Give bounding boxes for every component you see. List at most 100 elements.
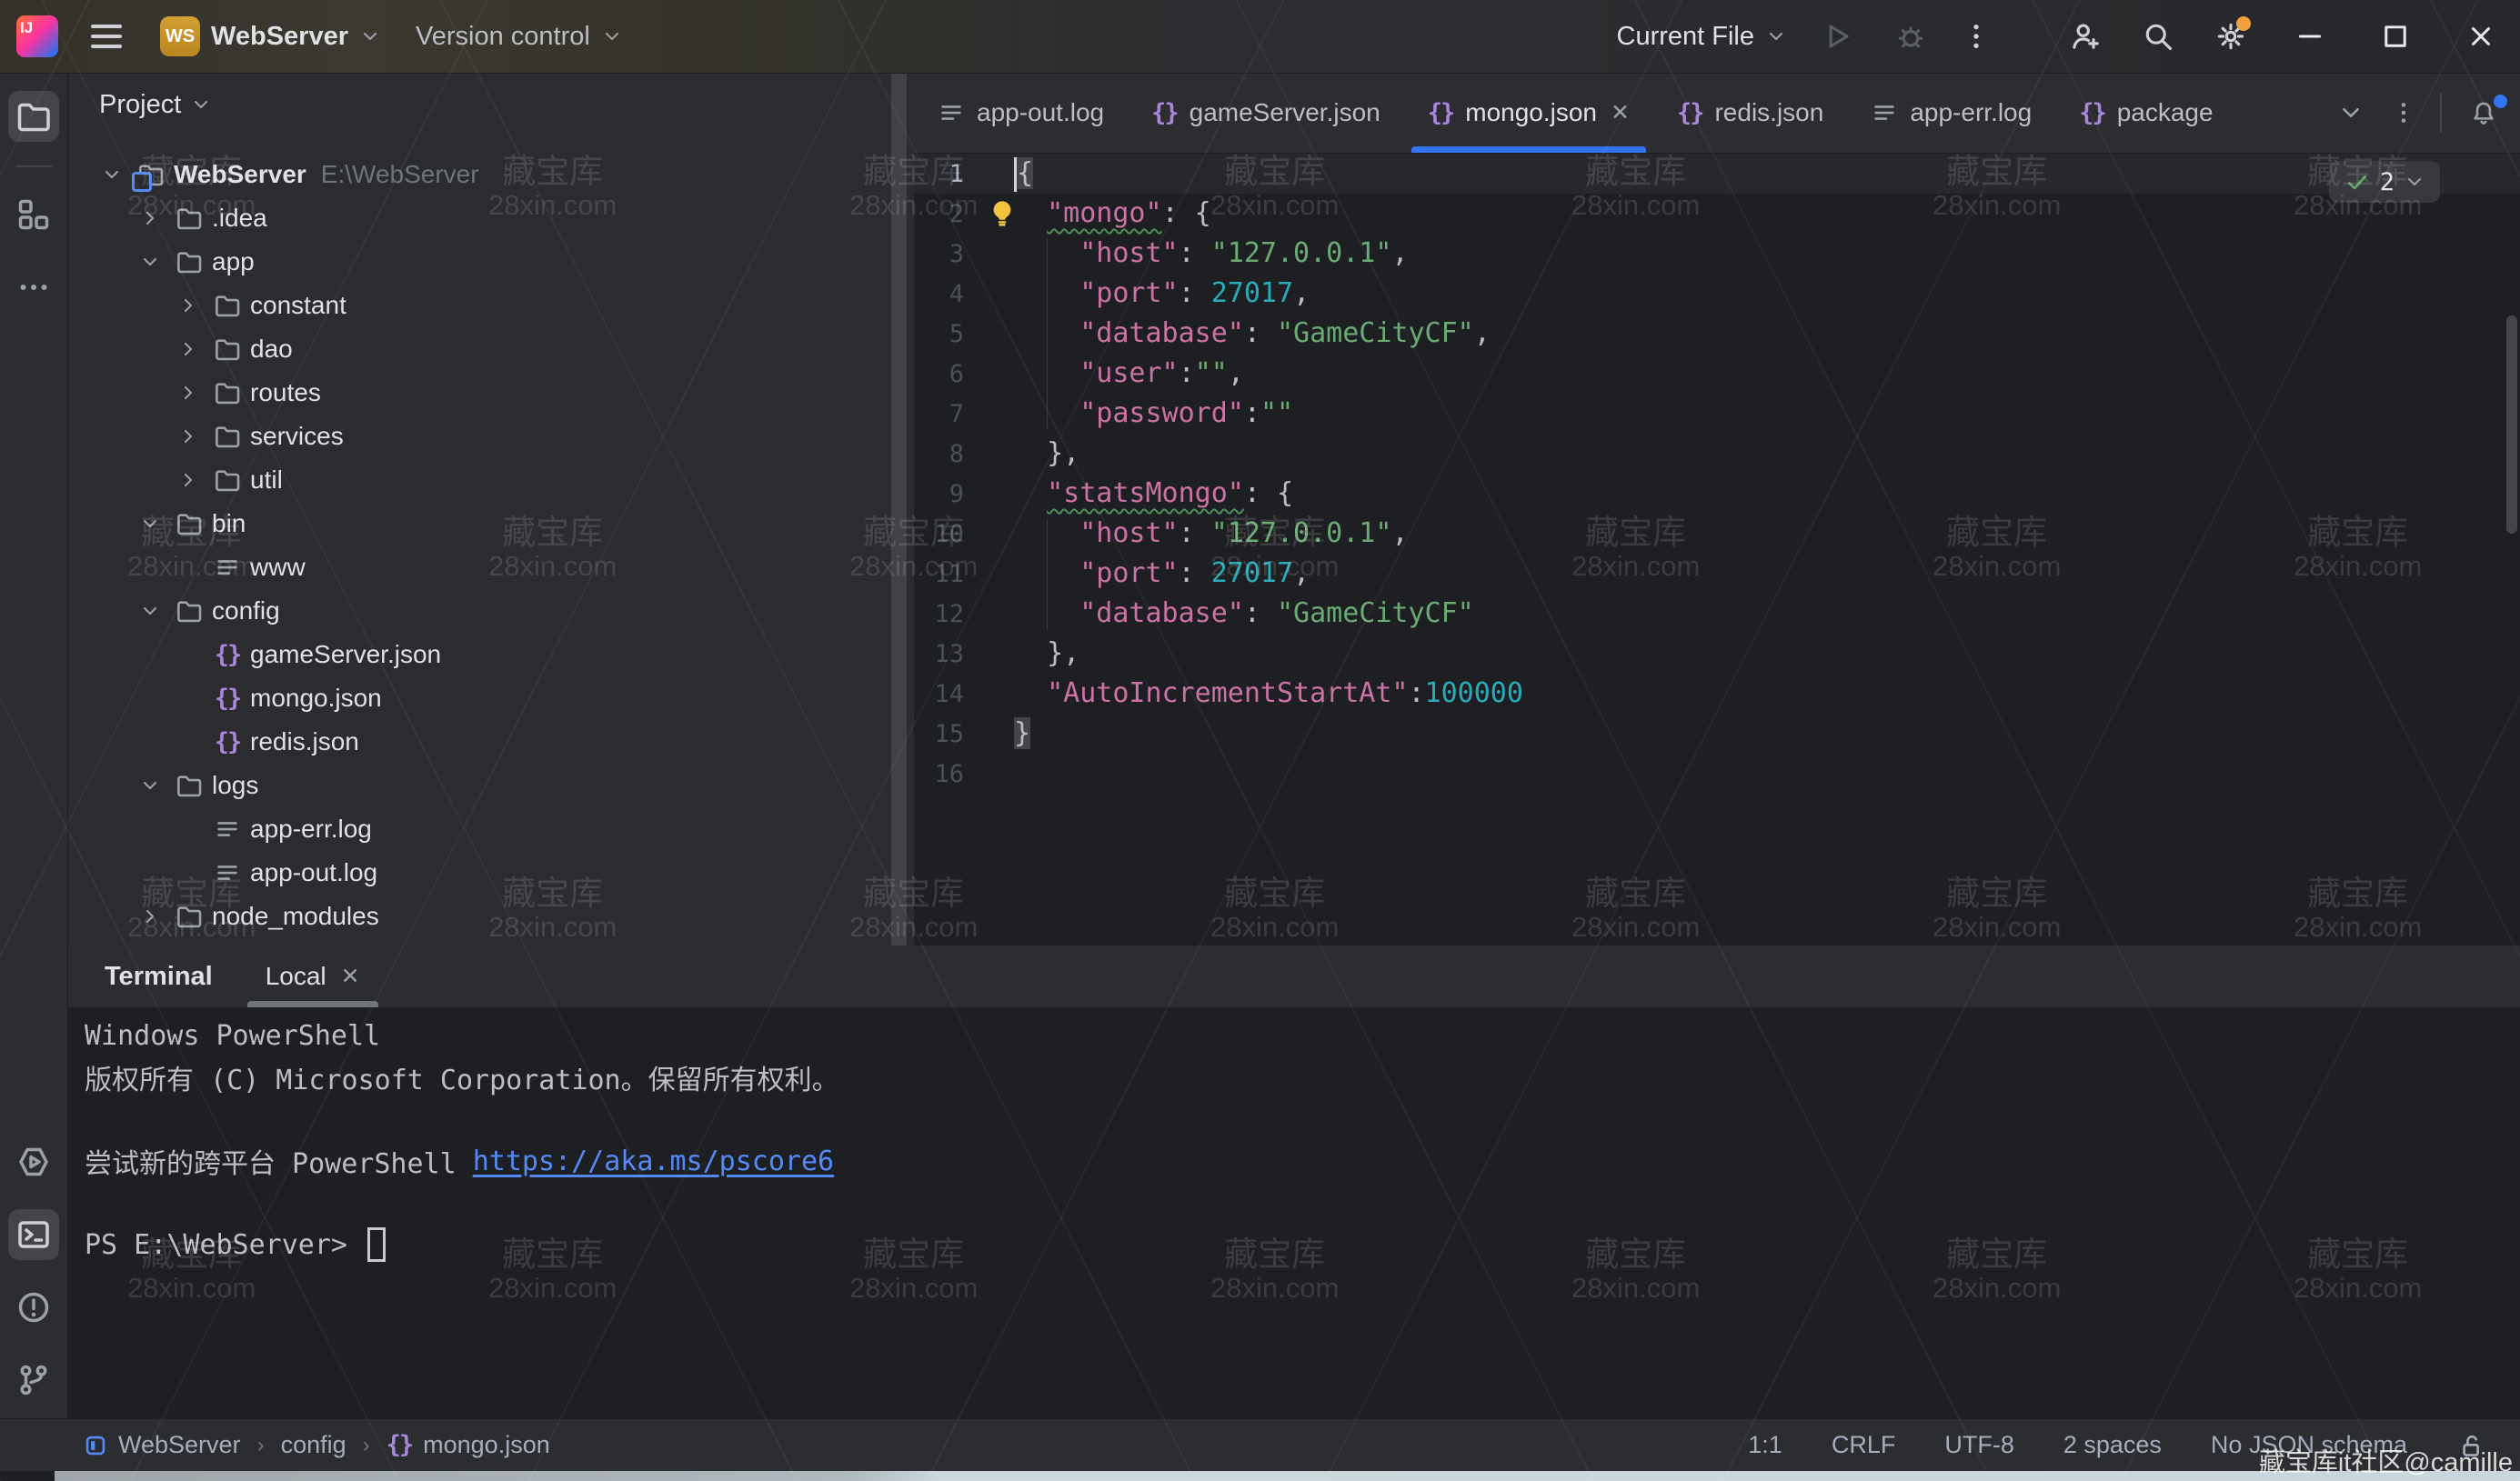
editor-line-11[interactable]: 11 "port": 27017, <box>914 554 2520 594</box>
code-editor[interactable]: 1{2 "mongo": {3 "host": "127.0.0.1",4 "p… <box>914 154 2520 946</box>
breadcrumb-webserver[interactable]: WebServer <box>84 1431 241 1459</box>
editor-line-9[interactable]: 9 "statsMongo": { <box>914 474 2520 514</box>
vcs-widget[interactable]: Version control <box>410 21 628 53</box>
writable-lock-icon[interactable] <box>2456 1432 2484 1459</box>
hidden-tabs-chevron-icon[interactable] <box>2327 89 2374 136</box>
version-control-tool-icon[interactable] <box>8 1355 59 1406</box>
status-widget-2-spaces[interactable]: 2 spaces <box>2063 1431 2162 1459</box>
editor-tab-app-out-log[interactable]: app-out.log <box>914 73 1128 153</box>
tree-item-app-out-log[interactable]: app-out.log <box>68 851 914 895</box>
more-actions-icon[interactable] <box>1951 7 2002 65</box>
window-maximize-button[interactable] <box>2356 0 2435 73</box>
main-menu-icon[interactable] <box>82 25 131 48</box>
editor-line-2[interactable]: 2 "mongo": { <box>914 194 2520 234</box>
project-tree-scrollbar[interactable] <box>891 73 907 946</box>
breadcrumb-mongo-json[interactable]: {}mongo.json <box>387 1431 550 1459</box>
problems-tool-icon[interactable] <box>8 1282 59 1333</box>
run-configuration-selector[interactable]: Current File <box>1611 21 1793 53</box>
editor-line-6[interactable]: 6 "user":"", <box>914 354 2520 394</box>
status-widget-utf-8[interactable]: UTF-8 <box>1944 1431 2014 1459</box>
editor-line-16[interactable]: 16 <box>914 754 2520 794</box>
log-file-icon <box>938 99 965 126</box>
tree-item-routes[interactable]: routes <box>68 371 914 415</box>
run-icon[interactable] <box>1805 7 1871 65</box>
settings-gear-icon[interactable] <box>2198 7 2264 65</box>
intention-bulb-icon[interactable] <box>987 198 1018 229</box>
breadcrumb-config[interactable]: config <box>281 1431 346 1459</box>
tree-item-redis-json[interactable]: {}redis.json <box>68 720 914 764</box>
status-widget-1-1[interactable]: 1:1 <box>1748 1431 1782 1459</box>
line-number: 5 <box>914 320 991 348</box>
status-widget-no-json-schema[interactable]: No JSON schema <box>2211 1431 2407 1459</box>
line-number: 8 <box>914 440 991 468</box>
chevron-right-icon <box>132 906 168 927</box>
terminal-output[interactable]: Windows PowerShell版权所有 (C) Microsoft Cor… <box>68 1007 2520 1266</box>
tree-item-logs[interactable]: logs <box>68 764 914 807</box>
editor-tab-redis-json[interactable]: {}redis.json <box>1653 73 1847 153</box>
editor-scrollbar-thumb[interactable] <box>2506 315 2517 534</box>
tree-item-mongo-json[interactable]: {}mongo.json <box>68 676 914 720</box>
editor-tab-mongo-json[interactable]: {}mongo.json✕ <box>1404 73 1653 153</box>
tree-item-webserver[interactable]: WebServerE:\WebServer <box>68 153 914 196</box>
editor-line-7[interactable]: 7 "password":"" <box>914 394 2520 434</box>
editor-line-1[interactable]: 1{ <box>914 154 2520 194</box>
editor-line-15[interactable]: 15} <box>914 714 2520 754</box>
tree-item-services[interactable]: services <box>68 415 914 458</box>
editor-line-13[interactable]: 13 }, <box>914 634 2520 674</box>
tree-item-util[interactable]: util <box>68 458 914 502</box>
editor-line-5[interactable]: 5 "database": "GameCityCF", <box>914 314 2520 354</box>
close-icon[interactable]: ✕ <box>1611 99 1630 126</box>
services-tool-icon[interactable] <box>8 1136 59 1187</box>
code-text: "AutoIncrementStartAt":100000 <box>991 674 1523 714</box>
terminal-tab-local[interactable]: Local ✕ <box>244 946 382 1007</box>
debug-icon[interactable] <box>1878 7 1943 65</box>
tab-options-kebab-icon[interactable] <box>2380 89 2427 136</box>
line-number: 10 <box>914 520 991 548</box>
tree-item-constant[interactable]: constant <box>68 284 914 327</box>
more-tool-windows-icon[interactable] <box>8 262 59 313</box>
tree-item-bin[interactable]: bin <box>68 502 914 545</box>
notifications-bell-icon[interactable] <box>2455 89 2513 136</box>
structure-tool-icon[interactable] <box>8 189 59 240</box>
tree-item-idea[interactable]: .idea <box>68 196 914 240</box>
editor-tab-app-err-log[interactable]: app-err.log <box>1847 73 2055 153</box>
tree-item-config[interactable]: config <box>68 589 914 633</box>
tree-item-app-err-log[interactable]: app-err.log <box>68 807 914 851</box>
terminal-tool-icon[interactable] <box>8 1209 59 1260</box>
editor-line-14[interactable]: 14 "AutoIncrementStartAt":100000 <box>914 674 2520 714</box>
project-tool-icon[interactable] <box>8 91 59 142</box>
close-icon[interactable]: ✕ <box>341 963 360 990</box>
search-everywhere-icon[interactable] <box>2125 7 2191 65</box>
folder-icon <box>168 248 210 275</box>
line-number: 14 <box>914 680 991 708</box>
tree-item-label: bin <box>212 509 246 538</box>
code-with-me-icon[interactable] <box>2053 7 2118 65</box>
inspections-widget[interactable]: 2 <box>2329 161 2440 203</box>
project-switcher[interactable]: WS WebServer <box>155 15 387 57</box>
terminal-link[interactable]: https://aka.ms/pscore6 <box>473 1146 834 1177</box>
breadcrumb-label: WebServer <box>118 1431 241 1459</box>
tree-item-app[interactable]: app <box>68 240 914 284</box>
status-widget-crlf[interactable]: CRLF <box>1832 1431 1896 1459</box>
editor-tab-package[interactable]: {}package <box>2055 73 2236 153</box>
folder-icon <box>168 597 210 625</box>
json-file-icon: {} <box>1428 99 1454 127</box>
editor-line-10[interactable]: 10 "host": "127.0.0.1", <box>914 514 2520 554</box>
editor-tab-gameserver-json[interactable]: {}gameServer.json <box>1128 73 1404 153</box>
window-close-button[interactable] <box>2442 0 2520 73</box>
window-minimize-button[interactable] <box>2271 0 2349 73</box>
tree-item-dao[interactable]: dao <box>68 327 914 371</box>
tool-window-stripe <box>0 73 68 1418</box>
tree-item-label: WebServer <box>174 160 306 189</box>
chevron-down-icon <box>132 251 168 273</box>
tree-item-node-modules[interactable]: node_modules <box>68 895 914 938</box>
editor-line-3[interactable]: 3 "host": "127.0.0.1", <box>914 234 2520 274</box>
tree-item-gameserver-json[interactable]: {}gameServer.json <box>68 633 914 676</box>
project-panel-header[interactable]: Project <box>68 73 914 136</box>
editor-line-4[interactable]: 4 "port": 27017, <box>914 274 2520 314</box>
terminal-text: 尝试新的跨平台 PowerShell <box>85 1141 473 1181</box>
line-number: 6 <box>914 360 991 388</box>
editor-line-12[interactable]: 12 "database": "GameCityCF" <box>914 594 2520 634</box>
tree-item-www[interactable]: www <box>68 545 914 589</box>
editor-line-8[interactable]: 8 }, <box>914 434 2520 474</box>
